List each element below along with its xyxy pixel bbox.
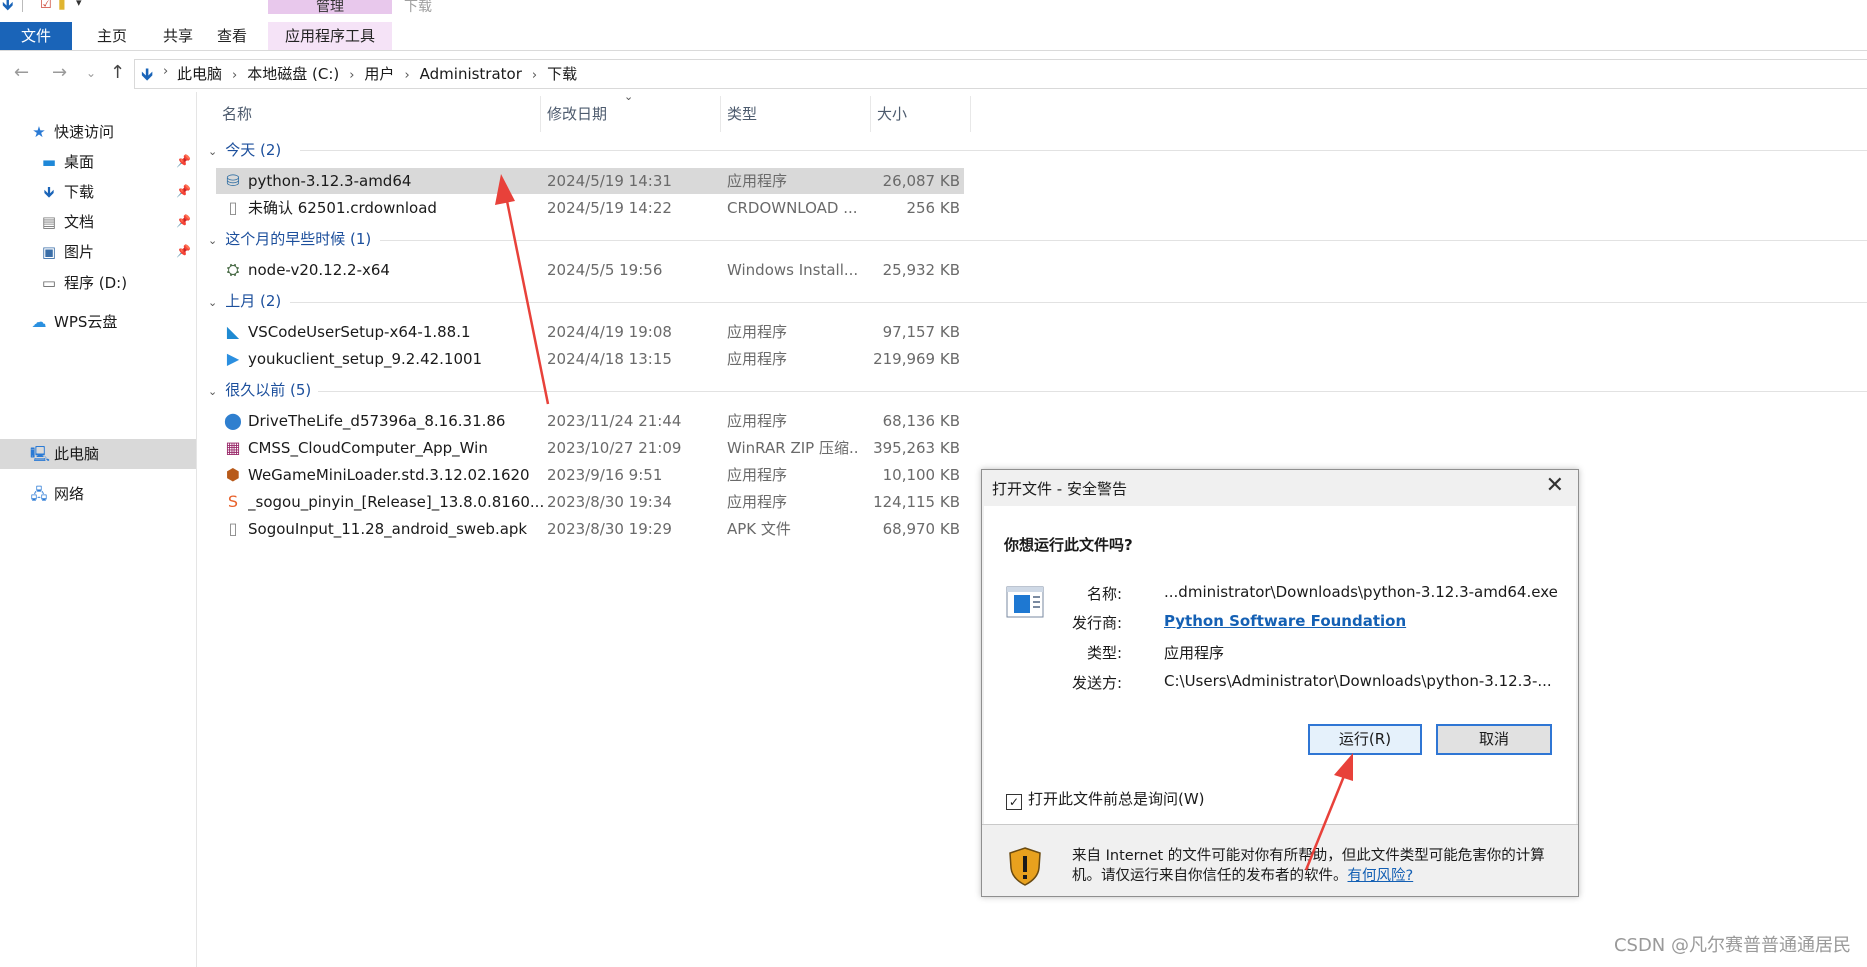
- arrow-to-python-installer: [495, 174, 550, 405]
- annotation-arrows: [495, 174, 1353, 871]
- arrow-to-run-button: [1304, 753, 1353, 871]
- watermark: CSDN @凡尔赛普普通通居民: [1613, 935, 1851, 956]
